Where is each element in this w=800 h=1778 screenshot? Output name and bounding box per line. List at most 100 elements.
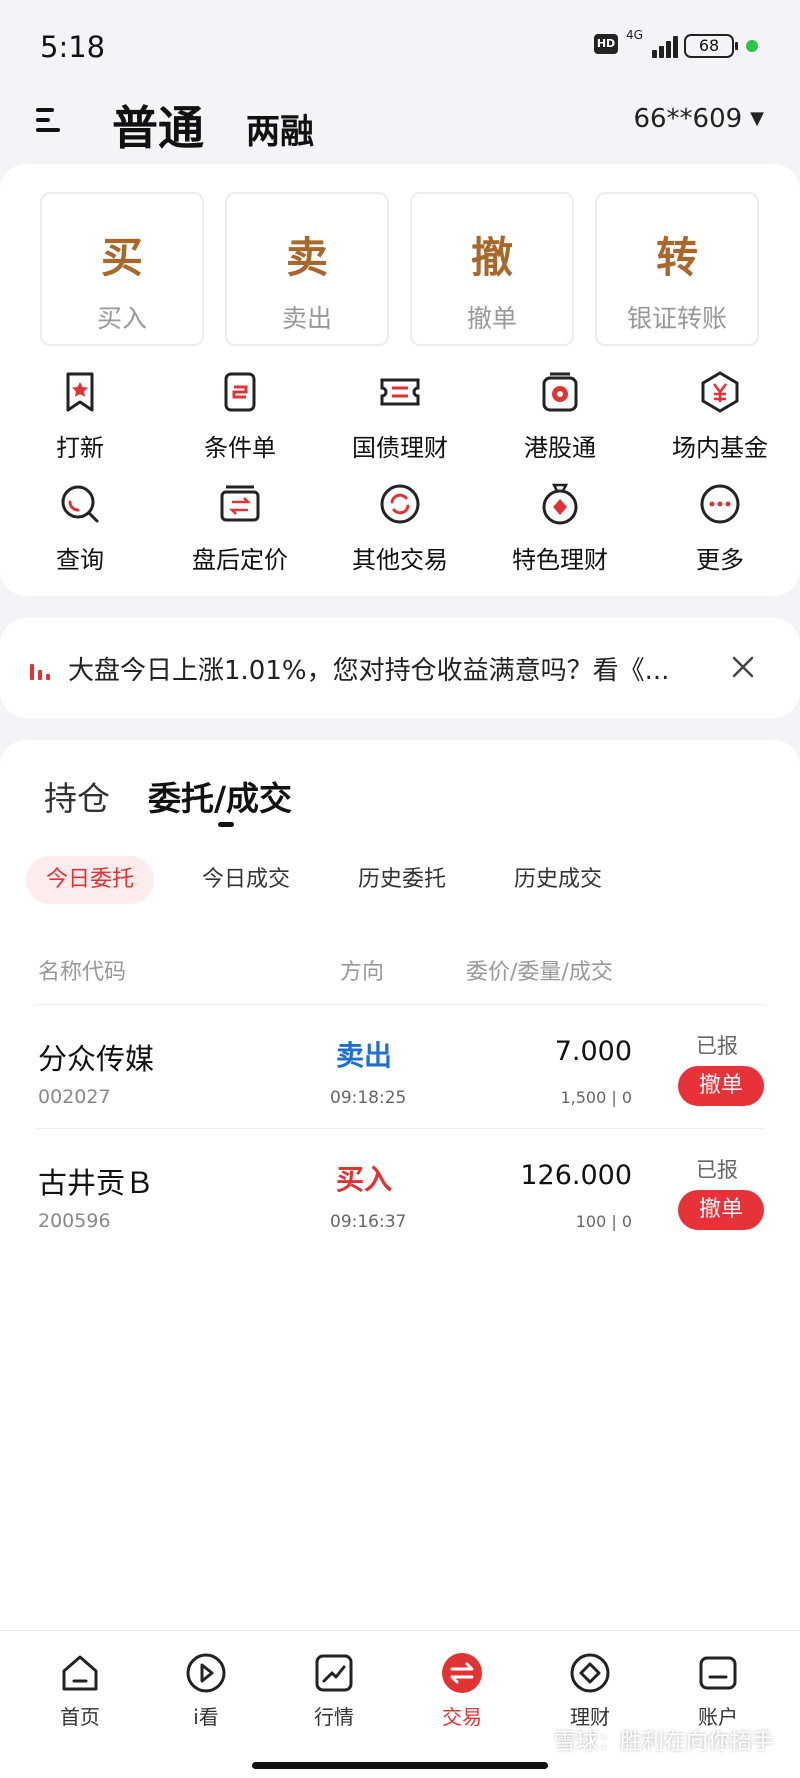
account-number: 66**609	[633, 104, 743, 134]
grid-label: 查询	[56, 546, 104, 574]
grid-label: 港股通	[524, 434, 596, 462]
trade-actions-card: 买 买入 卖 卖出 撤 撤单 转 银证转账 打新 条件单 国债理财 港股通 场内…	[0, 164, 800, 596]
tab-orders-trades[interactable]: 委托/成交	[148, 772, 292, 820]
tab-normal[interactable]: 普通	[112, 92, 204, 158]
nav-label: 首页	[60, 1705, 100, 1729]
column-price-qty: 委价/委量/成交	[466, 960, 613, 985]
market-chart-icon	[315, 1654, 353, 1692]
grid-item-hk-connect[interactable]: 港股通	[480, 370, 640, 480]
nav-home[interactable]: 首页	[30, 1651, 130, 1730]
order-time: 09:16:37	[330, 1212, 407, 1232]
nav-watch[interactable]: i看	[156, 1651, 256, 1730]
order-row[interactable]: 分众传媒 002027 卖出 09:18:25 7.000 1,500 | 0 …	[0, 1006, 800, 1128]
cancel-label: 撤单	[466, 304, 517, 333]
nav-label: i看	[193, 1705, 219, 1729]
transfer-glyph: 转	[655, 233, 698, 282]
fund-yen-icon	[701, 371, 739, 413]
grid-label: 场内基金	[672, 434, 768, 462]
status-bar: 5:18 HD 4G 68	[0, 0, 800, 92]
order-direction: 卖出	[336, 1039, 393, 1072]
account-switcher[interactable]: 66**609 ▼	[633, 104, 764, 134]
home-indicator[interactable]	[252, 1762, 548, 1769]
grid-item-bond[interactable]: 国债理财	[320, 370, 480, 480]
cancel-order-button[interactable]: 撤 撤单	[410, 192, 574, 346]
grid-item-after-hours[interactable]: 盘后定价	[160, 482, 320, 592]
condition-order-icon	[224, 372, 256, 412]
cancel-glyph: 撤	[470, 233, 513, 282]
chip-today-trades[interactable]: 今日成交	[182, 856, 310, 904]
header: 普通 两融 66**609 ▼	[0, 92, 800, 164]
nav-label: 交易	[442, 1705, 482, 1729]
grid-label: 国债理财	[352, 434, 448, 462]
grid-label: 更多	[696, 546, 744, 574]
cancel-button[interactable]: 撤单	[678, 1066, 764, 1106]
grid-item-condition-order[interactable]: 条件单	[160, 370, 320, 480]
order-time: 09:18:25	[330, 1088, 407, 1108]
bank-transfer-button[interactable]: 转 银证转账	[595, 192, 759, 346]
buy-button[interactable]: 买 买入	[40, 192, 204, 346]
grid-label: 打新	[56, 434, 104, 462]
privacy-dot-icon	[746, 40, 758, 52]
search-icon	[61, 485, 99, 523]
stock-code: 200596	[38, 1210, 111, 1232]
tab-positions[interactable]: 持仓	[44, 772, 110, 820]
battery-level: 68	[698, 36, 720, 55]
notice-banner[interactable]: 大盘今日上涨1.01%，您对持仓收益满意吗？看《...	[0, 618, 800, 718]
orders-card: 持仓 委托/成交 今日委托 今日成交 历史委托 历史成交 名称代码 方向 委价/…	[0, 740, 800, 1630]
more-icon	[700, 484, 740, 524]
order-qty: 100 | 0	[575, 1212, 632, 1231]
buy-label: 买入	[96, 304, 147, 333]
transfer-label: 银证转账	[626, 304, 727, 333]
grid-label: 特色理财	[512, 546, 608, 574]
buy-glyph: 买	[100, 233, 143, 282]
sell-button[interactable]: 卖 卖出	[225, 192, 389, 346]
column-name-code: 名称代码	[38, 960, 127, 985]
tab-margin[interactable]: 两融	[246, 104, 314, 153]
column-direction: 方向	[340, 960, 385, 985]
order-qty: 1,500 | 0	[560, 1088, 632, 1107]
grid-item-listed-fund[interactable]: 场内基金	[640, 370, 800, 480]
clock: 5:18	[40, 30, 106, 64]
nav-account[interactable]: 账户	[668, 1651, 768, 1730]
divider	[36, 1004, 764, 1005]
stock-name: 分众传媒	[38, 1042, 155, 1076]
grid-label: 条件单	[204, 434, 276, 462]
play-icon	[186, 1653, 226, 1693]
nav-label: 行情	[314, 1705, 354, 1729]
grid-item-more[interactable]: 更多	[640, 482, 800, 592]
grid-label: 盘后定价	[192, 546, 288, 574]
nav-finance[interactable]: 理财	[540, 1651, 640, 1730]
hk-connect-icon	[542, 372, 578, 412]
hd-icon: HD	[594, 34, 618, 54]
caret-down-icon: ▼	[750, 108, 764, 129]
other-trade-icon	[380, 484, 420, 524]
stock-code: 002027	[38, 1086, 111, 1108]
chip-history-orders[interactable]: 历史委托	[338, 856, 466, 904]
menu-icon[interactable]	[36, 102, 66, 138]
order-row[interactable]: 古井贡Ｂ 200596 买入 09:16:37 126.000 100 | 0 …	[0, 1130, 800, 1252]
order-direction: 买入	[336, 1163, 393, 1196]
sell-glyph: 卖	[285, 233, 328, 282]
after-hours-pricing-icon	[220, 485, 260, 522]
divider	[36, 1128, 764, 1129]
chip-today-orders[interactable]: 今日委托	[26, 856, 155, 904]
order-status: 已报	[696, 1034, 738, 1058]
grid-label: 其他交易	[352, 546, 448, 574]
signal-icon	[628, 34, 678, 58]
notice-text: 大盘今日上涨1.01%，您对持仓收益满意吗？看《...	[68, 656, 670, 686]
account-icon	[699, 1656, 737, 1690]
battery-icon: 68	[684, 34, 738, 58]
order-price: 126.000	[520, 1160, 632, 1191]
cancel-button[interactable]: 撤单	[678, 1190, 764, 1230]
close-icon[interactable]	[730, 654, 756, 680]
grid-item-query[interactable]: 查询	[0, 482, 160, 592]
bar-chart-icon	[30, 660, 52, 680]
nav-trade[interactable]: 交易	[412, 1651, 512, 1730]
grid-item-featured-finance[interactable]: 特色理财	[480, 482, 640, 592]
chip-history-trades[interactable]: 历史成交	[494, 856, 622, 904]
sell-label: 卖出	[281, 304, 332, 333]
grid-item-other-trade[interactable]: 其他交易	[320, 482, 480, 592]
nav-market[interactable]: 行情	[284, 1651, 384, 1730]
grid-item-ipo[interactable]: 打新	[0, 370, 160, 480]
home-icon	[62, 1655, 98, 1691]
